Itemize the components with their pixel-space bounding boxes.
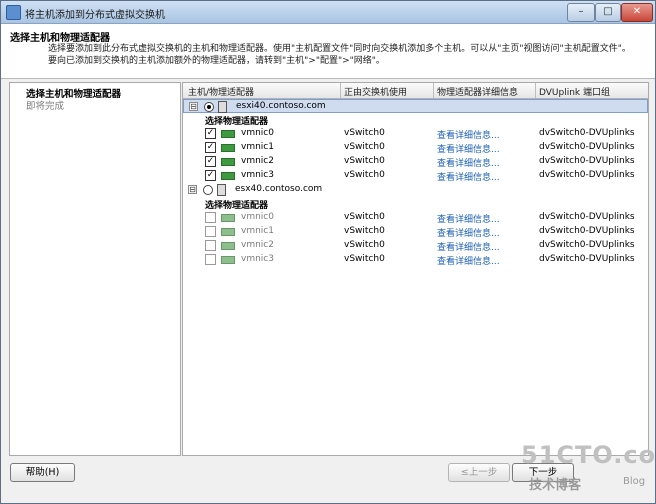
window-title: 将主机添加到分布式虚拟交换机	[25, 10, 165, 21]
adapter-name: vmnic1	[241, 142, 274, 152]
column-header-uplink[interactable]: DVUplink 端口组	[539, 85, 610, 98]
adapter-checkbox[interactable]	[205, 254, 216, 265]
column-divider[interactable]	[433, 83, 434, 98]
table-row[interactable]: vmnic2 vSwitch0 查看详细信息... dvSwitch0-DVUp…	[183, 239, 648, 253]
table-row[interactable]: ✓ vmnic1 vSwitch0 查看详细信息... dvSwitch0-DV…	[183, 141, 648, 155]
in-use-by-switch: vSwitch0	[344, 226, 385, 236]
adapter-group-label: 选择物理适配器	[205, 117, 269, 127]
host-adapter-table: 主机/物理适配器 正由交换机使用 物理适配器详细信息 DVUplink 端口组 …	[182, 82, 649, 456]
collapse-icon[interactable]: ⊟	[189, 102, 198, 111]
uplink-port-group: dvSwitch0-DVUplinks	[539, 240, 635, 250]
adapter-name: vmnic0	[241, 128, 274, 138]
table-row[interactable]: ✓ vmnic3 vSwitch0 查看详细信息... dvSwitch0-DV…	[183, 169, 648, 183]
view-details-link[interactable]: 查看详细信息...	[437, 226, 500, 239]
maximize-button[interactable]: □	[595, 3, 621, 22]
network-adapter-icon	[221, 172, 235, 180]
view-details-link[interactable]: 查看详细信息...	[437, 212, 500, 225]
in-use-by-switch: vSwitch0	[344, 212, 385, 222]
network-adapter-icon	[221, 214, 235, 222]
uplink-port-group: dvSwitch0-DVUplinks	[539, 226, 635, 236]
in-use-by-switch: vSwitch0	[344, 142, 385, 152]
table-row[interactable]: vmnic0 vSwitch0 查看详细信息... dvSwitch0-DVUp…	[183, 211, 648, 225]
host-name: esxi40.contoso.com	[236, 101, 326, 111]
adapter-group-header: 选择物理适配器	[183, 113, 648, 127]
dialog-window: 将主机添加到分布式虚拟交换机 – □ ✕ 选择主机和物理适配器 选择要添加到此分…	[0, 0, 656, 504]
view-details-link[interactable]: 查看详细信息...	[437, 240, 500, 253]
table-row[interactable]: vmnic1 vSwitch0 查看详细信息... dvSwitch0-DVUp…	[183, 225, 648, 239]
network-adapter-icon	[221, 158, 235, 166]
in-use-by-switch: vSwitch0	[344, 240, 385, 250]
column-header-in-use[interactable]: 正由交换机使用	[344, 85, 407, 98]
uplink-port-group: dvSwitch0-DVUplinks	[539, 128, 635, 138]
uplink-port-group: dvSwitch0-DVUplinks	[539, 212, 635, 222]
collapse-icon[interactable]: ⊟	[188, 185, 197, 194]
host-name: esx40.contoso.com	[235, 184, 323, 194]
adapter-checkbox[interactable]: ✓	[205, 128, 216, 139]
adapter-name: vmnic0	[241, 212, 274, 222]
page-title: 选择主机和物理适配器	[10, 33, 110, 44]
column-divider[interactable]	[340, 83, 341, 98]
minimize-button[interactable]: –	[567, 3, 595, 22]
help-button[interactable]: 帮助(H)	[10, 463, 75, 482]
table-header: 主机/物理适配器 正由交换机使用 物理适配器详细信息 DVUplink 端口组	[183, 83, 648, 99]
in-use-by-switch: vSwitch0	[344, 156, 385, 166]
adapter-group-header: 选择物理适配器	[183, 197, 648, 211]
network-adapter-icon	[221, 228, 235, 236]
view-details-link[interactable]: 查看详细信息...	[437, 142, 500, 155]
adapter-checkbox[interactable]: ✓	[205, 156, 216, 167]
uplink-port-group: dvSwitch0-DVUplinks	[539, 142, 635, 152]
column-divider[interactable]	[535, 83, 536, 98]
adapter-name: vmnic3	[241, 170, 274, 180]
wizard-steps-panel: 选择主机和物理适配器 即将完成	[9, 82, 181, 456]
adapter-checkbox[interactable]	[205, 212, 216, 223]
server-icon	[218, 101, 227, 113]
app-icon	[6, 5, 21, 20]
watermark-logo-text: 51CTO.com	[521, 441, 656, 469]
network-adapter-icon	[221, 256, 235, 264]
in-use-by-switch: vSwitch0	[344, 128, 385, 138]
adapter-group-label: 选择物理适配器	[205, 201, 269, 211]
host-radio[interactable]	[203, 185, 213, 195]
network-adapter-icon	[221, 144, 235, 152]
host-row[interactable]: ⊟ esx40.contoso.com	[183, 183, 648, 197]
adapter-checkbox[interactable]	[205, 226, 216, 237]
watermark-subtitle: 技术博客	[529, 478, 582, 493]
adapter-name: vmnic2	[241, 240, 274, 250]
column-header-host[interactable]: 主机/物理适配器	[188, 85, 254, 98]
step-ready-to-complete: 即将完成	[26, 101, 65, 112]
uplink-port-group: dvSwitch0-DVUplinks	[539, 170, 635, 180]
watermark-blog: Blog	[623, 476, 646, 487]
in-use-by-switch: vSwitch0	[344, 170, 385, 180]
table-row[interactable]: vmnic3 vSwitch0 查看详细信息... dvSwitch0-DVUp…	[183, 253, 648, 267]
adapter-name: vmnic1	[241, 226, 274, 236]
adapter-name: vmnic2	[241, 156, 274, 166]
view-details-link[interactable]: 查看详细信息...	[437, 156, 500, 169]
network-adapter-icon	[221, 130, 235, 138]
page-description: 选择要添加到此分布式虚拟交换机的主机和物理适配器。使用"主机配置文件"同时向交换…	[48, 44, 631, 66]
host-row[interactable]: ⊟ esxi40.contoso.com	[183, 99, 648, 113]
in-use-by-switch: vSwitch0	[344, 254, 385, 264]
host-radio[interactable]	[204, 102, 214, 112]
server-icon	[217, 184, 226, 196]
table-row[interactable]: ✓ vmnic0 vSwitch0 查看详细信息... dvSwitch0-DV…	[183, 127, 648, 141]
adapter-checkbox[interactable]	[205, 240, 216, 251]
column-header-details[interactable]: 物理适配器详细信息	[437, 85, 518, 98]
view-details-link[interactable]: 查看详细信息...	[437, 254, 500, 267]
adapter-name: vmnic3	[241, 254, 274, 264]
uplink-port-group: dvSwitch0-DVUplinks	[539, 156, 635, 166]
uplink-port-group: dvSwitch0-DVUplinks	[539, 254, 635, 264]
adapter-checkbox[interactable]: ✓	[205, 170, 216, 181]
adapter-checkbox[interactable]: ✓	[205, 142, 216, 153]
watermark: 51CTO.com 技术博客 Blog	[521, 441, 655, 497]
back-button[interactable]: ≤上一步	[448, 463, 510, 482]
wizard-header: 选择主机和物理适配器 选择要添加到此分布式虚拟交换机的主机和物理适配器。使用"主…	[1, 24, 655, 79]
network-adapter-icon	[221, 242, 235, 250]
title-bar[interactable]: 将主机添加到分布式虚拟交换机 – □ ✕	[1, 1, 655, 24]
table-row[interactable]: ✓ vmnic2 vSwitch0 查看详细信息... dvSwitch0-DV…	[183, 155, 648, 169]
view-details-link[interactable]: 查看详细信息...	[437, 170, 500, 183]
close-button[interactable]: ✕	[621, 3, 653, 22]
view-details-link[interactable]: 查看详细信息...	[437, 128, 500, 141]
